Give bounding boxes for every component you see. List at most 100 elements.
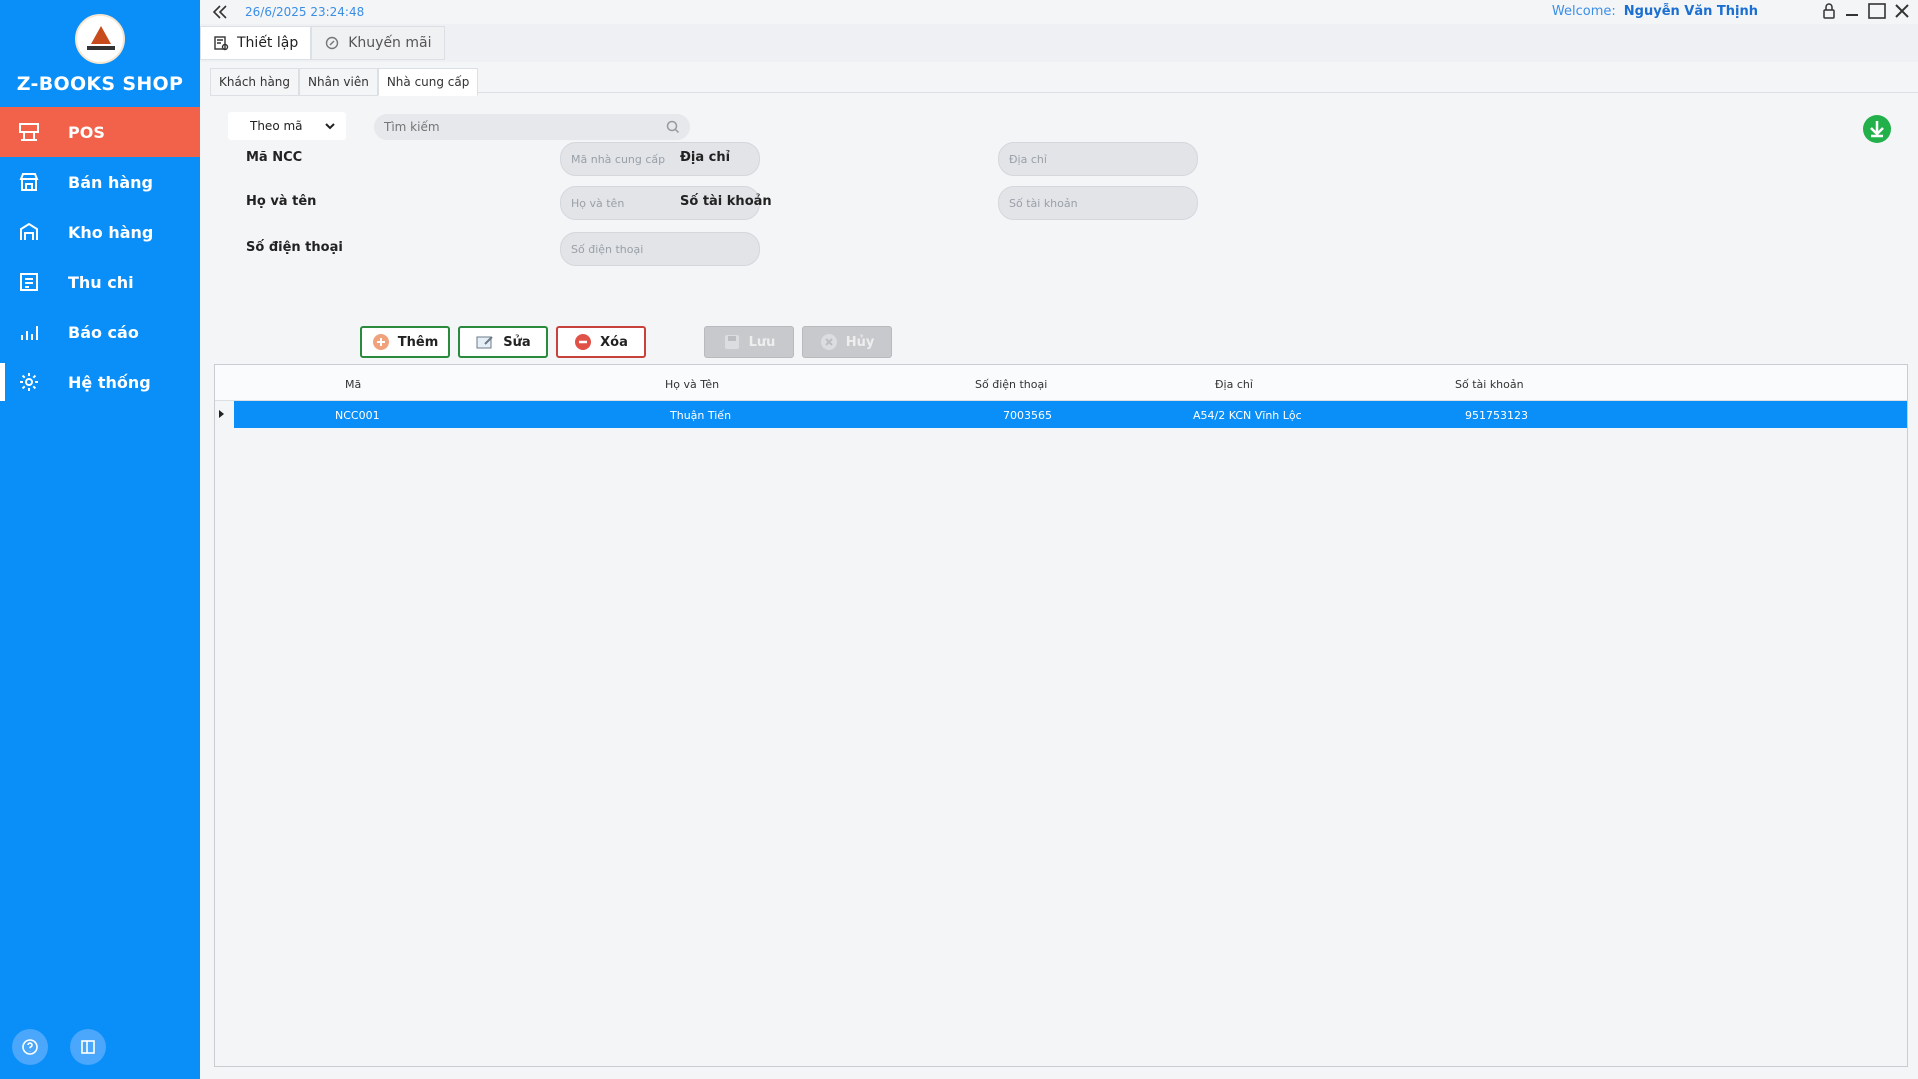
export-button[interactable]	[1862, 114, 1892, 148]
panel-icon	[81, 1040, 95, 1054]
store-icon	[16, 169, 42, 195]
dia-chi-label: Địa chỉ	[680, 150, 731, 165]
close-icon	[1895, 4, 1909, 18]
search-icon[interactable]	[666, 120, 680, 134]
delete-label: Xóa	[600, 334, 628, 350]
edit-icon	[476, 336, 494, 349]
lock-icon	[1823, 3, 1835, 19]
sidebar-nav: POS Bán hàng Kho hàng Thu chi Báo cáo Hệ…	[0, 107, 200, 407]
search-input[interactable]	[384, 120, 666, 134]
cancel-label: Hủy	[845, 334, 875, 350]
add-button[interactable]: Thêm	[360, 326, 450, 358]
sidebar-bottom-actions	[12, 1029, 106, 1065]
sidebar-item-he-thong[interactable]: Hệ thống	[0, 357, 200, 407]
add-icon	[372, 334, 389, 350]
dia-chi-field[interactable]	[998, 142, 1198, 176]
double-chevron-left-icon	[212, 5, 227, 19]
sub-tabs: Khách hàng Nhân viên Nhà cung cấp	[210, 68, 479, 96]
search-box	[374, 114, 690, 140]
promo-icon	[326, 36, 339, 50]
sdt-label: Số điện thoại	[246, 240, 343, 255]
title-bar: 26/6/2025 23:24:48 Welcome: Nguyễn Văn Th…	[200, 0, 1918, 24]
window-controls	[1822, 3, 1910, 23]
subtab-nha-cung-cap[interactable]: Nhà cung cấp	[377, 68, 479, 96]
filter-select[interactable]: Theo mã	[228, 112, 346, 140]
row-indicator-icon	[219, 410, 224, 418]
brand-name: Z-BOOKS SHOP	[16, 73, 184, 95]
download-icon	[1863, 115, 1891, 143]
maximize-icon	[1868, 3, 1886, 19]
lock-button[interactable]	[1822, 3, 1836, 23]
stk-field[interactable]	[998, 186, 1198, 220]
help-icon	[22, 1039, 38, 1055]
col-ma[interactable]: Mã	[345, 378, 361, 391]
cell-dia-chi: A54/2 KCN Vĩnh Lộc	[1193, 409, 1302, 422]
content-area: Khách hàng Nhân viên Nhà cung cấp Theo m…	[200, 62, 1918, 1079]
tab-khuyen-mai[interactable]: Khuyến mãi	[311, 26, 445, 60]
sidebar-item-label: Kho hàng	[68, 222, 154, 242]
ledger-icon	[16, 269, 42, 295]
row-selection	[234, 401, 1907, 428]
cancel-icon	[820, 334, 837, 350]
sidebar: Z-BOOKS SHOP POS Bán hàng Kho hàng Thu c…	[0, 0, 200, 1079]
welcome-label: Welcome:	[1551, 4, 1616, 19]
welcome-text: Welcome: Nguyễn Văn Thịnh	[1552, 4, 1758, 19]
tab-label: Thiết lập	[237, 35, 299, 51]
sidebar-item-pos[interactable]: POS	[0, 107, 200, 157]
user-name: Nguyễn Văn Thịnh	[1623, 4, 1758, 19]
gear-icon	[16, 369, 42, 395]
back-button[interactable]	[210, 2, 230, 26]
sidebar-item-ban-hang[interactable]: Bán hàng	[0, 157, 200, 207]
sidebar-item-label: Báo cáo	[68, 322, 139, 342]
sidebar-item-bao-cao[interactable]: Báo cáo	[0, 307, 200, 357]
pos-icon	[16, 119, 42, 145]
save-button[interactable]: Lưu	[704, 326, 794, 358]
close-button[interactable]	[1894, 3, 1910, 23]
chevron-down-icon	[325, 123, 335, 130]
save-label: Lưu	[748, 334, 776, 350]
brand-block: Z-BOOKS SHOP	[0, 14, 200, 95]
sidebar-item-kho-hang[interactable]: Kho hàng	[0, 207, 200, 257]
help-button[interactable]	[12, 1029, 48, 1065]
save-icon	[724, 335, 739, 349]
cell-ma: NCC001	[335, 409, 380, 422]
delete-button[interactable]: Xóa	[556, 326, 646, 358]
add-label: Thêm	[397, 334, 439, 350]
sidebar-item-thu-chi[interactable]: Thu chi	[0, 257, 200, 307]
col-ho-ten[interactable]: Họ và Tên	[665, 378, 719, 391]
warehouse-icon	[16, 219, 42, 245]
delete-icon	[575, 334, 592, 350]
sdt-field[interactable]	[560, 232, 760, 266]
main-tabs: Thiết lập Khuyến mãi	[200, 26, 445, 62]
stk-label: Số tài khoản	[680, 194, 772, 209]
tab-label: Khuyến mãi	[348, 35, 432, 51]
cancel-button[interactable]: Hủy	[802, 326, 892, 358]
cell-stk: 951753123	[1465, 409, 1528, 422]
minimize-button[interactable]	[1844, 3, 1860, 23]
tab-thiet-lap[interactable]: Thiết lập	[200, 26, 312, 60]
supplier-table: Mã Họ và Tên Số điện thoại Địa chỉ Số tà…	[214, 364, 1908, 1067]
settings-doc-icon	[214, 36, 229, 51]
ma-ncc-label: Mã NCC	[246, 150, 303, 165]
ho-ten-label: Họ và tên	[246, 194, 317, 209]
minimize-icon	[1846, 14, 1858, 16]
col-sdt[interactable]: Số điện thoại	[975, 378, 1047, 391]
subtab-nhan-vien[interactable]: Nhân viên	[299, 68, 378, 96]
col-dia-chi[interactable]: Địa chỉ	[1215, 378, 1253, 391]
sidebar-item-label: Hệ thống	[68, 372, 151, 392]
edit-label: Sửa	[503, 334, 531, 350]
edit-button[interactable]: Sửa	[458, 326, 548, 358]
chart-icon	[16, 319, 42, 345]
cell-sdt: 7003565	[1003, 409, 1052, 422]
maximize-button[interactable]	[1868, 3, 1886, 23]
col-stk[interactable]: Số tài khoản	[1455, 378, 1524, 391]
datetime: 26/6/2025 23:24:48	[245, 5, 365, 19]
filter-selected-value: Theo mã	[250, 119, 303, 133]
table-row[interactable]: NCC001 Thuận Tiến 7003565 A54/2 KCN Vĩnh…	[215, 401, 1907, 428]
logo	[75, 14, 125, 64]
collapse-sidebar-button[interactable]	[70, 1029, 106, 1065]
sidebar-item-label: Bán hàng	[68, 172, 153, 192]
sidebar-item-label: POS	[68, 122, 105, 142]
subtab-khach-hang[interactable]: Khách hàng	[210, 68, 300, 96]
sidebar-item-label: Thu chi	[68, 272, 134, 292]
